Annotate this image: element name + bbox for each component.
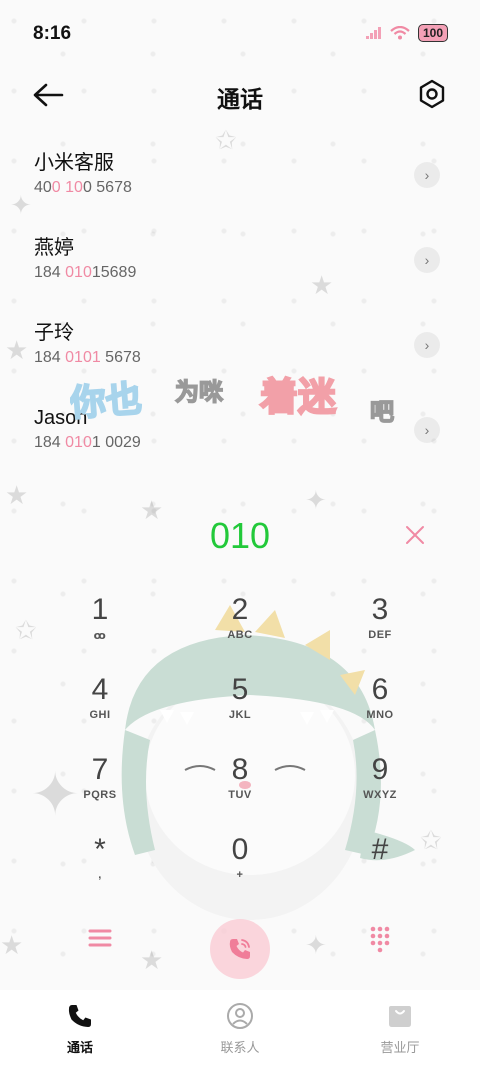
wallpaper-slogan: 你也 为咪 着迷 吧 [70, 374, 395, 427]
key-6[interactable]: 6 MNO [325, 660, 435, 735]
contact-item[interactable]: 燕婷 184 01015689 › [0, 225, 480, 310]
status-icons: 100 [365, 24, 448, 42]
tab-label: 通话 [66, 1040, 93, 1055]
tab-label: 营业厅 [380, 1040, 420, 1055]
slogan-part: 着迷 [260, 375, 336, 419]
phone-icon [229, 939, 250, 959]
dial-actions [0, 915, 480, 985]
key-9[interactable]: 9 WXYZ [325, 740, 435, 815]
signal-icon [365, 27, 381, 39]
tab-contacts[interactable]: 联系人 [160, 990, 320, 1067]
tab-label: 联系人 [220, 1040, 260, 1055]
contact-number: 400 100 5678 [34, 179, 132, 196]
battery-indicator: 100 [417, 24, 448, 42]
contact-name: 小米客服 [34, 152, 114, 174]
key-8[interactable]: 8 TUV [185, 740, 295, 815]
phone-icon [68, 1005, 91, 1027]
dial-keypad: 1 ꝏ 2 ABC 3 DEF 4 GHI 5 JKL 6 MNO 7 PQRS… [30, 580, 450, 900]
slogan-part: 为咪 [175, 378, 224, 406]
slogan-part: 吧 [370, 398, 394, 426]
key-2[interactable]: 2 ABC [185, 580, 295, 655]
wifi-icon [390, 26, 410, 40]
contact-name: 子玲 [34, 322, 74, 344]
key-star[interactable]: * , [45, 820, 155, 895]
contact-person-icon [227, 1003, 253, 1029]
chevron-right-icon[interactable]: › [414, 332, 440, 358]
bottom-nav: 通话 联系人 营业厅 [0, 990, 480, 1067]
settings-icon[interactable] [416, 78, 448, 110]
keypad-icon[interactable] [365, 923, 395, 953]
chevron-right-icon[interactable]: › [414, 162, 440, 188]
key-hash[interactable]: # [325, 820, 435, 895]
status-time: 8:16 [33, 23, 72, 44]
star-decoration-icon: ★ [5, 480, 29, 510]
slogan-part: 你也 [70, 379, 143, 425]
contact-number: 184 01015689 [34, 264, 137, 281]
menu-icon[interactable] [85, 923, 115, 953]
shopping-bag-icon [389, 1006, 411, 1027]
key-4[interactable]: 4 GHI [45, 660, 155, 735]
call-button[interactable] [210, 919, 270, 979]
contact-name: 燕婷 [34, 237, 74, 259]
header: 通话 [0, 70, 480, 120]
key-5[interactable]: 5 JKL [185, 660, 295, 735]
key-0[interactable]: 0 + [185, 820, 295, 895]
tab-service-hall[interactable]: 营业厅 [320, 990, 480, 1067]
tab-calls[interactable]: 通话 [0, 990, 160, 1067]
contact-item[interactable]: 小米客服 400 100 5678 › [0, 140, 480, 225]
page-title: 通话 [217, 86, 263, 112]
chevron-right-icon[interactable]: › [414, 247, 440, 273]
key-7[interactable]: 7 PQRS [45, 740, 155, 815]
close-icon[interactable] [400, 520, 430, 550]
contact-number: 184 0101 0029 [34, 434, 141, 451]
voicemail-icon: ꝏ [93, 629, 107, 642]
key-3[interactable]: 3 DEF [325, 580, 435, 655]
key-1[interactable]: 1 ꝏ [45, 580, 155, 655]
sparkle-decoration-icon: ✦ [305, 485, 327, 515]
status-bar: 8:16 100 [0, 0, 480, 66]
